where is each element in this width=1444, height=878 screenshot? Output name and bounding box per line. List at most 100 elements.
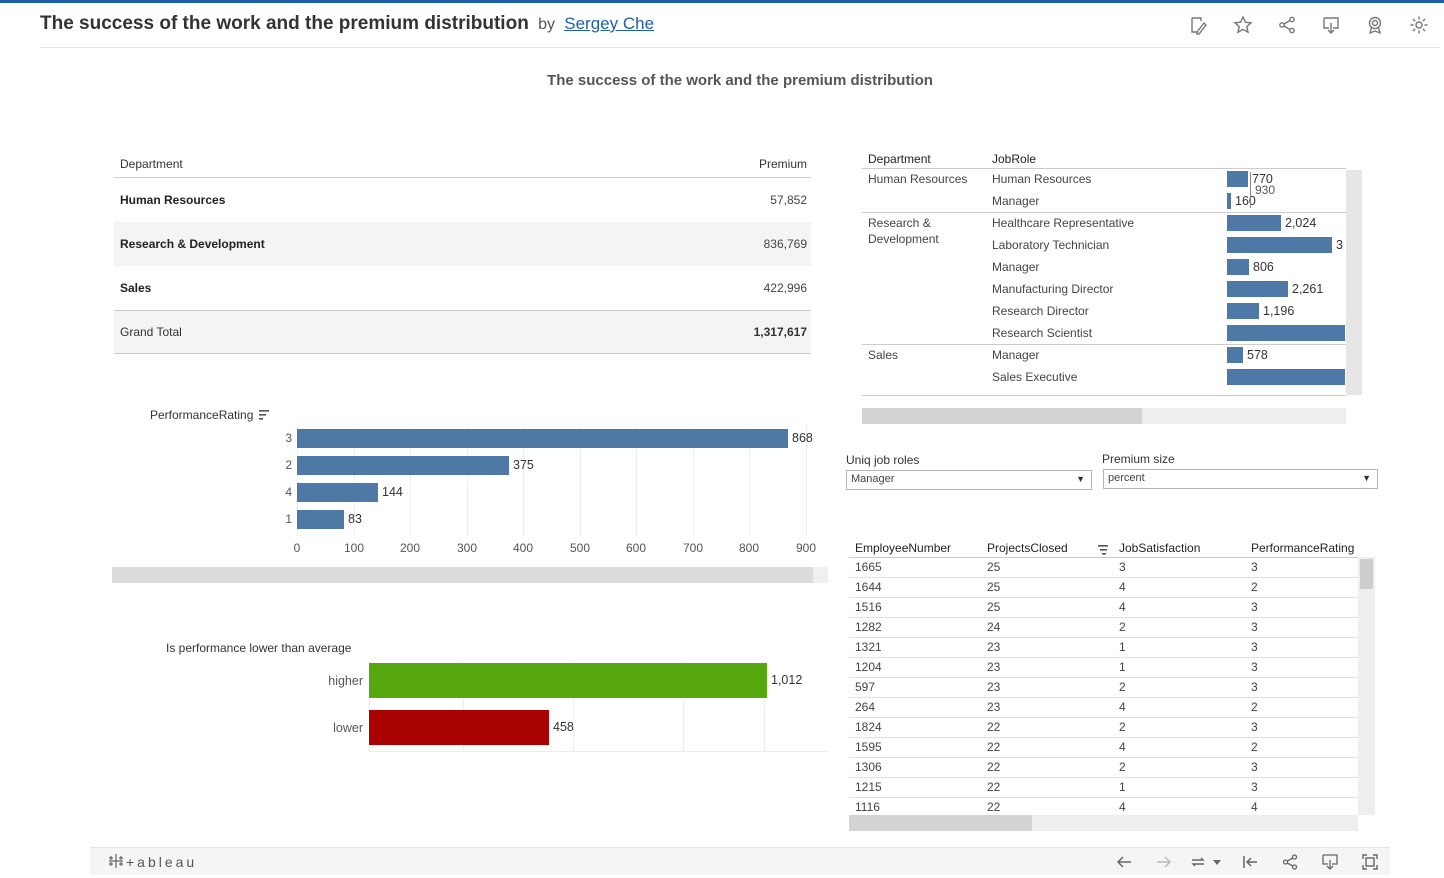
table-row[interactable]: 1595 22 4 2: [849, 738, 1358, 758]
premium-header[interactable]: Premium: [759, 157, 807, 171]
table-cell: 4: [1119, 800, 1126, 814]
y-category-label: 4: [285, 485, 292, 499]
table-cell: 23: [987, 640, 1001, 654]
table-row[interactable]: 1665 25 3 3: [849, 558, 1358, 578]
table-cell: 25: [987, 600, 1001, 614]
table-row[interactable]: 1306 22 2 3: [849, 758, 1358, 778]
table-row[interactable]: 1824 22 2 3: [849, 718, 1358, 738]
reference-line-label: 930: [1255, 183, 1276, 197]
table-row[interactable]: 1321 23 1 3: [849, 638, 1358, 658]
jobrole-dept-header[interactable]: Department: [868, 152, 931, 166]
table-row[interactable]: 264 23 4 2: [849, 698, 1358, 718]
jobrole-bar[interactable]: [1227, 259, 1249, 275]
projects-closed-header[interactable]: ProjectsClosed: [987, 541, 1068, 555]
performance-bar[interactable]: [297, 429, 788, 448]
bar-value-label: 868: [792, 431, 813, 445]
x-tick-label: 700: [682, 541, 704, 555]
bar-value-label: 375: [513, 458, 534, 472]
performance-bar[interactable]: [297, 510, 344, 529]
x-tick-label: 200: [399, 541, 421, 555]
jobrole-bar[interactable]: [1227, 193, 1231, 209]
table-row[interactable]: 1215 22 1 3: [849, 778, 1358, 798]
employee-horizontal-scrollbar[interactable]: [849, 815, 1358, 831]
gear-icon[interactable]: [1408, 14, 1430, 36]
download-icon[interactable]: [1320, 14, 1342, 36]
table-row[interactable]: 1644 25 4 2: [849, 578, 1358, 598]
jobrole-label: Healthcare Representative: [992, 216, 1135, 230]
jobrole-bar[interactable]: [1227, 369, 1345, 385]
chevron-down-icon[interactable]: [1212, 852, 1222, 872]
premium-value: 422,996: [763, 281, 807, 295]
performance-bar[interactable]: [297, 456, 509, 475]
jobrole-bar-label: 806: [1253, 260, 1274, 274]
table-row[interactable]: 1282 24 2 3: [849, 618, 1358, 638]
job-roles-filter-dropdown[interactable]: Manager ▼: [846, 470, 1092, 490]
premium-size-filter-dropdown[interactable]: percent ▼: [1103, 469, 1378, 489]
revert-icon[interactable]: [1188, 852, 1208, 872]
jobrole-dept-label: Sales: [868, 348, 899, 362]
scrollbar-thumb[interactable]: [1360, 559, 1373, 589]
table-cell: 3: [1251, 660, 1258, 674]
jobrole-label: Manufacturing Director: [992, 282, 1114, 296]
jobrole-horizontal-scrollbar[interactable]: [862, 408, 1346, 424]
by-label: by: [538, 16, 555, 33]
table-cell: 23: [987, 680, 1001, 694]
download-icon[interactable]: [1320, 852, 1340, 872]
table-cell: 3: [1119, 560, 1126, 574]
jobrole-bar[interactable]: [1227, 347, 1243, 363]
table-cell: 3: [1251, 760, 1258, 774]
department-premium-table: Department Premium Human Resources 57,85…: [114, 150, 811, 354]
undo-icon[interactable]: [1114, 852, 1134, 872]
tableau-logo-text: +ableau: [126, 854, 198, 870]
share-icon[interactable]: [1280, 852, 1300, 872]
department-header[interactable]: Department: [120, 157, 183, 171]
fullscreen-icon[interactable]: [1360, 852, 1380, 872]
table-row[interactable]: 597 23 2 3: [849, 678, 1358, 698]
lower-bar[interactable]: [369, 710, 549, 745]
jobrole-bar-label: 3: [1336, 238, 1343, 252]
scrollbar-corner: [813, 567, 828, 583]
sort-icon[interactable]: [258, 409, 271, 423]
performance-horizontal-scrollbar[interactable]: [112, 567, 813, 583]
table-cell: 1: [1119, 640, 1126, 654]
job-satisfaction-header[interactable]: JobSatisfaction: [1119, 541, 1200, 555]
department-name: Sales: [120, 281, 152, 295]
grand-total-row[interactable]: Grand Total 1,317,617: [114, 310, 811, 354]
jobrole-bar-label: 2,261: [1292, 282, 1324, 296]
performance-rating-title[interactable]: PerformanceRating: [150, 408, 271, 423]
star-icon[interactable]: [1232, 14, 1254, 36]
jobrole-header[interactable]: JobRole: [992, 152, 1036, 166]
author-link[interactable]: Sergey Che: [564, 14, 654, 33]
scrollbar-thumb[interactable]: [849, 815, 1032, 831]
table-row[interactable]: 1516 25 4 3: [849, 598, 1358, 618]
employee-number-header[interactable]: EmployeeNumber: [855, 541, 951, 555]
department-name: Research & Development: [120, 237, 265, 251]
performance-bar[interactable]: [297, 483, 378, 502]
jobrole-bar[interactable]: [1227, 171, 1248, 187]
edit-icon[interactable]: [1188, 14, 1210, 36]
jobrole-bar[interactable]: [1227, 215, 1281, 231]
performance-rating-header[interactable]: PerformanceRating: [1251, 541, 1358, 555]
jobrole-bar[interactable]: [1227, 237, 1332, 253]
department-name: Human Resources: [120, 193, 226, 207]
share-icon[interactable]: [1276, 14, 1298, 36]
jobrole-bar[interactable]: [1227, 281, 1288, 297]
table-row[interactable]: Human Resources 57,852: [114, 178, 811, 222]
table-row[interactable]: Sales 422,996: [114, 266, 811, 310]
table-row[interactable]: Research & Development 836,769: [114, 222, 811, 266]
employee-vertical-scrollbar[interactable]: [1358, 557, 1375, 815]
redo-icon[interactable]: [1154, 852, 1174, 872]
jobrole-bar[interactable]: [1227, 303, 1259, 319]
first-icon[interactable]: [1240, 852, 1260, 872]
jobrole-vertical-scrollbar[interactable]: [1346, 170, 1362, 395]
grand-total-value: 1,317,617: [753, 325, 807, 339]
badge-icon[interactable]: [1364, 14, 1386, 36]
scrollbar-thumb[interactable]: [862, 408, 1142, 424]
tableau-logo[interactable]: +ableau: [108, 853, 197, 870]
table-row[interactable]: 1204 23 1 3: [849, 658, 1358, 678]
jobrole-label: Manager: [992, 260, 1040, 274]
jobrole-bar[interactable]: [1227, 325, 1345, 341]
higher-bar[interactable]: [369, 663, 767, 698]
jobrole-dept-label: Development: [868, 232, 939, 246]
dept-separator: [862, 395, 1346, 396]
